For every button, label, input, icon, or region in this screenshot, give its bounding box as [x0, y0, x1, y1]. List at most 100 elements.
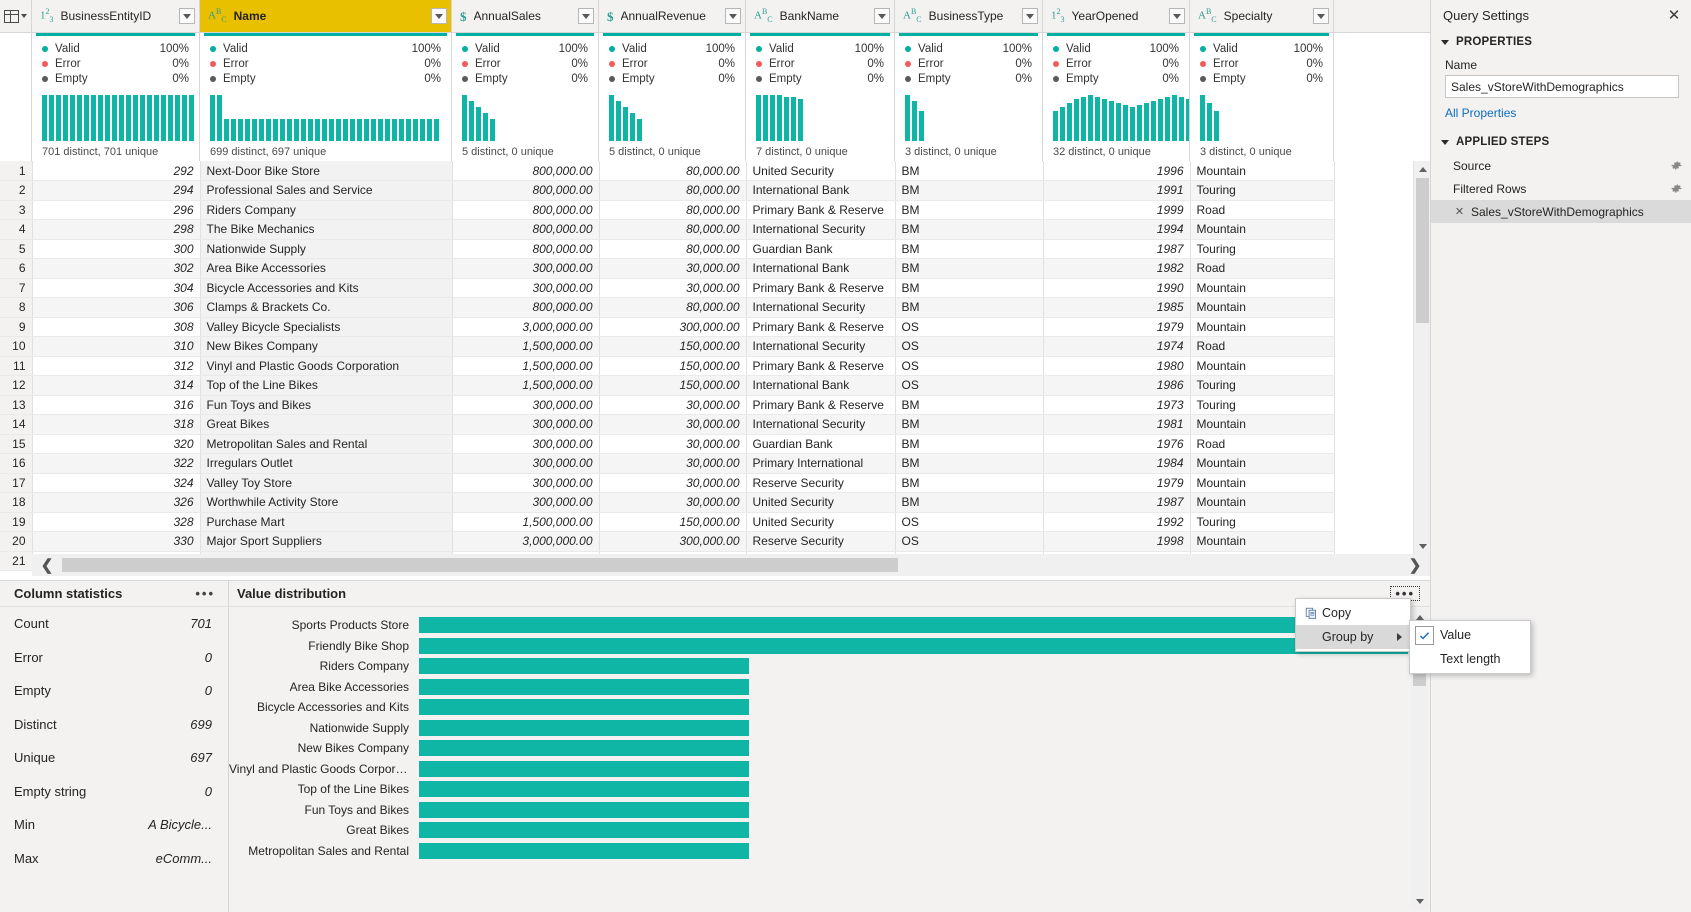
cell-businesstype[interactable]: BM	[895, 200, 1044, 220]
cell-yearopened[interactable]: 1992	[1043, 512, 1191, 532]
column-filter-button[interactable]	[1313, 8, 1329, 24]
column-quality-name[interactable]: Valid 100% Error 0% Empty 0% 699 distinct, 697…	[200, 33, 452, 161]
cell-annualsales[interactable]: 300,000.00	[452, 414, 600, 435]
data-grid[interactable]: 1 292 Next-Door Bike Store 800,000.00 80,000…	[0, 161, 1430, 576]
gear-icon[interactable]	[1670, 182, 1683, 195]
cell-name[interactable]: The Bike Mechanics	[200, 219, 453, 240]
cell-annualsales[interactable]: 1,500,000.00	[452, 375, 600, 396]
cell-businesstype[interactable]: OS	[895, 336, 1044, 357]
cell-specialty[interactable]: Mountain	[1190, 356, 1335, 376]
cell-businesstype[interactable]: BM	[895, 395, 1044, 415]
cell-name[interactable]: Great Bikes	[200, 414, 453, 435]
column-filter-button[interactable]	[1022, 8, 1038, 24]
cell-specialty[interactable]: Mountain	[1190, 453, 1335, 474]
cell-annualsales[interactable]: 1,500,000.00	[452, 356, 600, 376]
cell-annualsales[interactable]: 800,000.00	[452, 200, 600, 220]
table-row[interactable]: 4 298 The Bike Mechanics 800,000.00 80,000.0…	[0, 219, 1335, 240]
menu-item-copy[interactable]: Copy	[1296, 601, 1410, 625]
cell-businessentityid[interactable]: 306	[32, 297, 201, 318]
cell-annualsales[interactable]: 300,000.00	[452, 278, 600, 298]
cell-yearopened[interactable]: 1980	[1043, 356, 1191, 376]
cell-annualrevenue[interactable]: 30,000.00	[599, 258, 747, 279]
column-header-annualrevenue[interactable]: $ AnnualRevenue	[599, 0, 746, 32]
cell-businesstype[interactable]: BM	[895, 453, 1044, 474]
hscrollbar-thumb[interactable]	[62, 558, 898, 572]
cell-annualsales[interactable]: 300,000.00	[452, 492, 600, 513]
cell-specialty[interactable]: Mountain	[1190, 219, 1335, 240]
cell-businesstype[interactable]: OS	[895, 512, 1044, 532]
column-header-name[interactable]: ABC Name	[200, 0, 452, 32]
cell-name[interactable]: Purchase Mart	[200, 512, 453, 532]
distribution-row[interactable]: Great Bikes	[229, 820, 1430, 841]
cell-businessentityid[interactable]: 304	[32, 278, 201, 298]
column-filter-button[interactable]	[1169, 8, 1185, 24]
cell-annualsales[interactable]: 800,000.00	[452, 219, 600, 240]
cell-businesstype[interactable]: BM	[895, 258, 1044, 279]
column-filter-button[interactable]	[179, 8, 195, 24]
cell-specialty[interactable]: Road	[1190, 258, 1335, 279]
cell-specialty[interactable]: Mountain	[1190, 492, 1335, 513]
cell-name[interactable]: Nationwide Supply	[200, 239, 453, 259]
cell-businesstype[interactable]: OS	[895, 317, 1044, 337]
cell-name[interactable]: Next-Door Bike Store	[200, 161, 453, 181]
cell-name[interactable]: Area Bike Accessories	[200, 258, 453, 279]
cell-yearopened[interactable]: 1987	[1043, 239, 1191, 259]
distribution-row[interactable]: Metropolitan Sales and Rental	[229, 841, 1430, 862]
distribution-bar[interactable]	[419, 801, 749, 818]
table-row[interactable]: 18 326 Worthwhile Activity Store 300,000.00…	[0, 492, 1335, 513]
cell-specialty[interactable]: Road	[1190, 434, 1335, 454]
cell-businesstype[interactable]: BM	[895, 219, 1044, 240]
cell-specialty[interactable]: Road	[1190, 200, 1335, 220]
cell-annualrevenue[interactable]: 30,000.00	[599, 473, 747, 493]
cell-businesstype[interactable]: BM	[895, 180, 1044, 201]
cell-name[interactable]: Valley Bicycle Specialists	[200, 317, 453, 337]
cell-bankname[interactable]: Reserve Security	[746, 531, 896, 552]
cell-name[interactable]: Professional Sales and Service	[200, 180, 453, 201]
cell-annualrevenue[interactable]: 30,000.00	[599, 395, 747, 415]
cell-specialty[interactable]: Mountain	[1190, 414, 1335, 435]
distribution-bar[interactable]	[419, 760, 749, 777]
close-icon[interactable]: ✕	[1663, 4, 1685, 26]
grid-horizontal-scrollbar[interactable]: ❮ ❯	[32, 554, 1430, 576]
table-row[interactable]: 1 292 Next-Door Bike Store 800,000.00 80,000…	[0, 161, 1335, 181]
cell-businesstype[interactable]: BM	[895, 414, 1044, 435]
cell-annualrevenue[interactable]: 80,000.00	[599, 297, 747, 318]
cell-annualsales[interactable]: 300,000.00	[452, 453, 600, 474]
scrollbar-thumb[interactable]	[1416, 178, 1429, 323]
column-quality-businessentityid[interactable]: Valid 100% Error 0% Empty 0% 701 distinct, 701…	[32, 33, 200, 161]
grid-vertical-scrollbar[interactable]	[1413, 161, 1431, 555]
cell-bankname[interactable]: International Security	[746, 336, 896, 357]
cell-yearopened[interactable]: 1979	[1043, 473, 1191, 493]
table-row[interactable]: 14 318 Great Bikes 300,000.00 30,000.00 Inter…	[0, 414, 1335, 435]
query-name-input[interactable]	[1445, 75, 1679, 98]
cell-yearopened[interactable]: 1996	[1043, 161, 1191, 181]
distribution-bar[interactable]	[419, 678, 749, 695]
cell-annualrevenue[interactable]: 30,000.00	[599, 434, 747, 454]
table-row[interactable]: 2 294 Professional Sales and Service 800,00…	[0, 180, 1335, 201]
cell-businessentityid[interactable]: 292	[32, 161, 201, 181]
column-header-businessentityid[interactable]: 123 BusinessEntityID	[32, 0, 200, 32]
cell-name[interactable]: Vinyl and Plastic Goods Corporation	[200, 356, 453, 376]
cell-annualrevenue[interactable]: 150,000.00	[599, 512, 747, 532]
cell-annualrevenue[interactable]: 150,000.00	[599, 356, 747, 376]
table-row[interactable]: 12 314 Top of the Line Bikes 1,500,000.00 15…	[0, 375, 1335, 396]
cell-bankname[interactable]: International Security	[746, 219, 896, 240]
gear-icon[interactable]	[1670, 159, 1683, 172]
column-header-annualsales[interactable]: $ AnnualSales	[452, 0, 599, 32]
distribution-row[interactable]: Area Bike Accessories	[229, 677, 1430, 698]
cell-businessentityid[interactable]: 316	[32, 395, 201, 415]
distribution-row[interactable]: Fun Toys and Bikes	[229, 800, 1430, 821]
cell-businessentityid[interactable]: 294	[32, 180, 201, 201]
cell-name[interactable]: Riders Company	[200, 200, 453, 220]
cell-name[interactable]: Valley Toy Store	[200, 473, 453, 493]
scroll-right-button[interactable]: ❯	[1400, 554, 1430, 576]
table-row[interactable]: 8 306 Clamps & Brackets Co. 800,000.00 80,00…	[0, 297, 1335, 318]
column-filter-button[interactable]	[578, 8, 594, 24]
cell-businessentityid[interactable]: 300	[32, 239, 201, 259]
cell-annualsales[interactable]: 800,000.00	[452, 297, 600, 318]
cell-name[interactable]: Metropolitan Sales and Rental	[200, 434, 453, 454]
scroll-up-button[interactable]	[1414, 161, 1431, 178]
applied-step-sales_vstorewithdemographics[interactable]: ✕ Sales_vStoreWithDemographics	[1431, 200, 1691, 223]
cell-businesstype[interactable]: OS	[895, 375, 1044, 396]
cell-annualsales[interactable]: 300,000.00	[452, 473, 600, 493]
